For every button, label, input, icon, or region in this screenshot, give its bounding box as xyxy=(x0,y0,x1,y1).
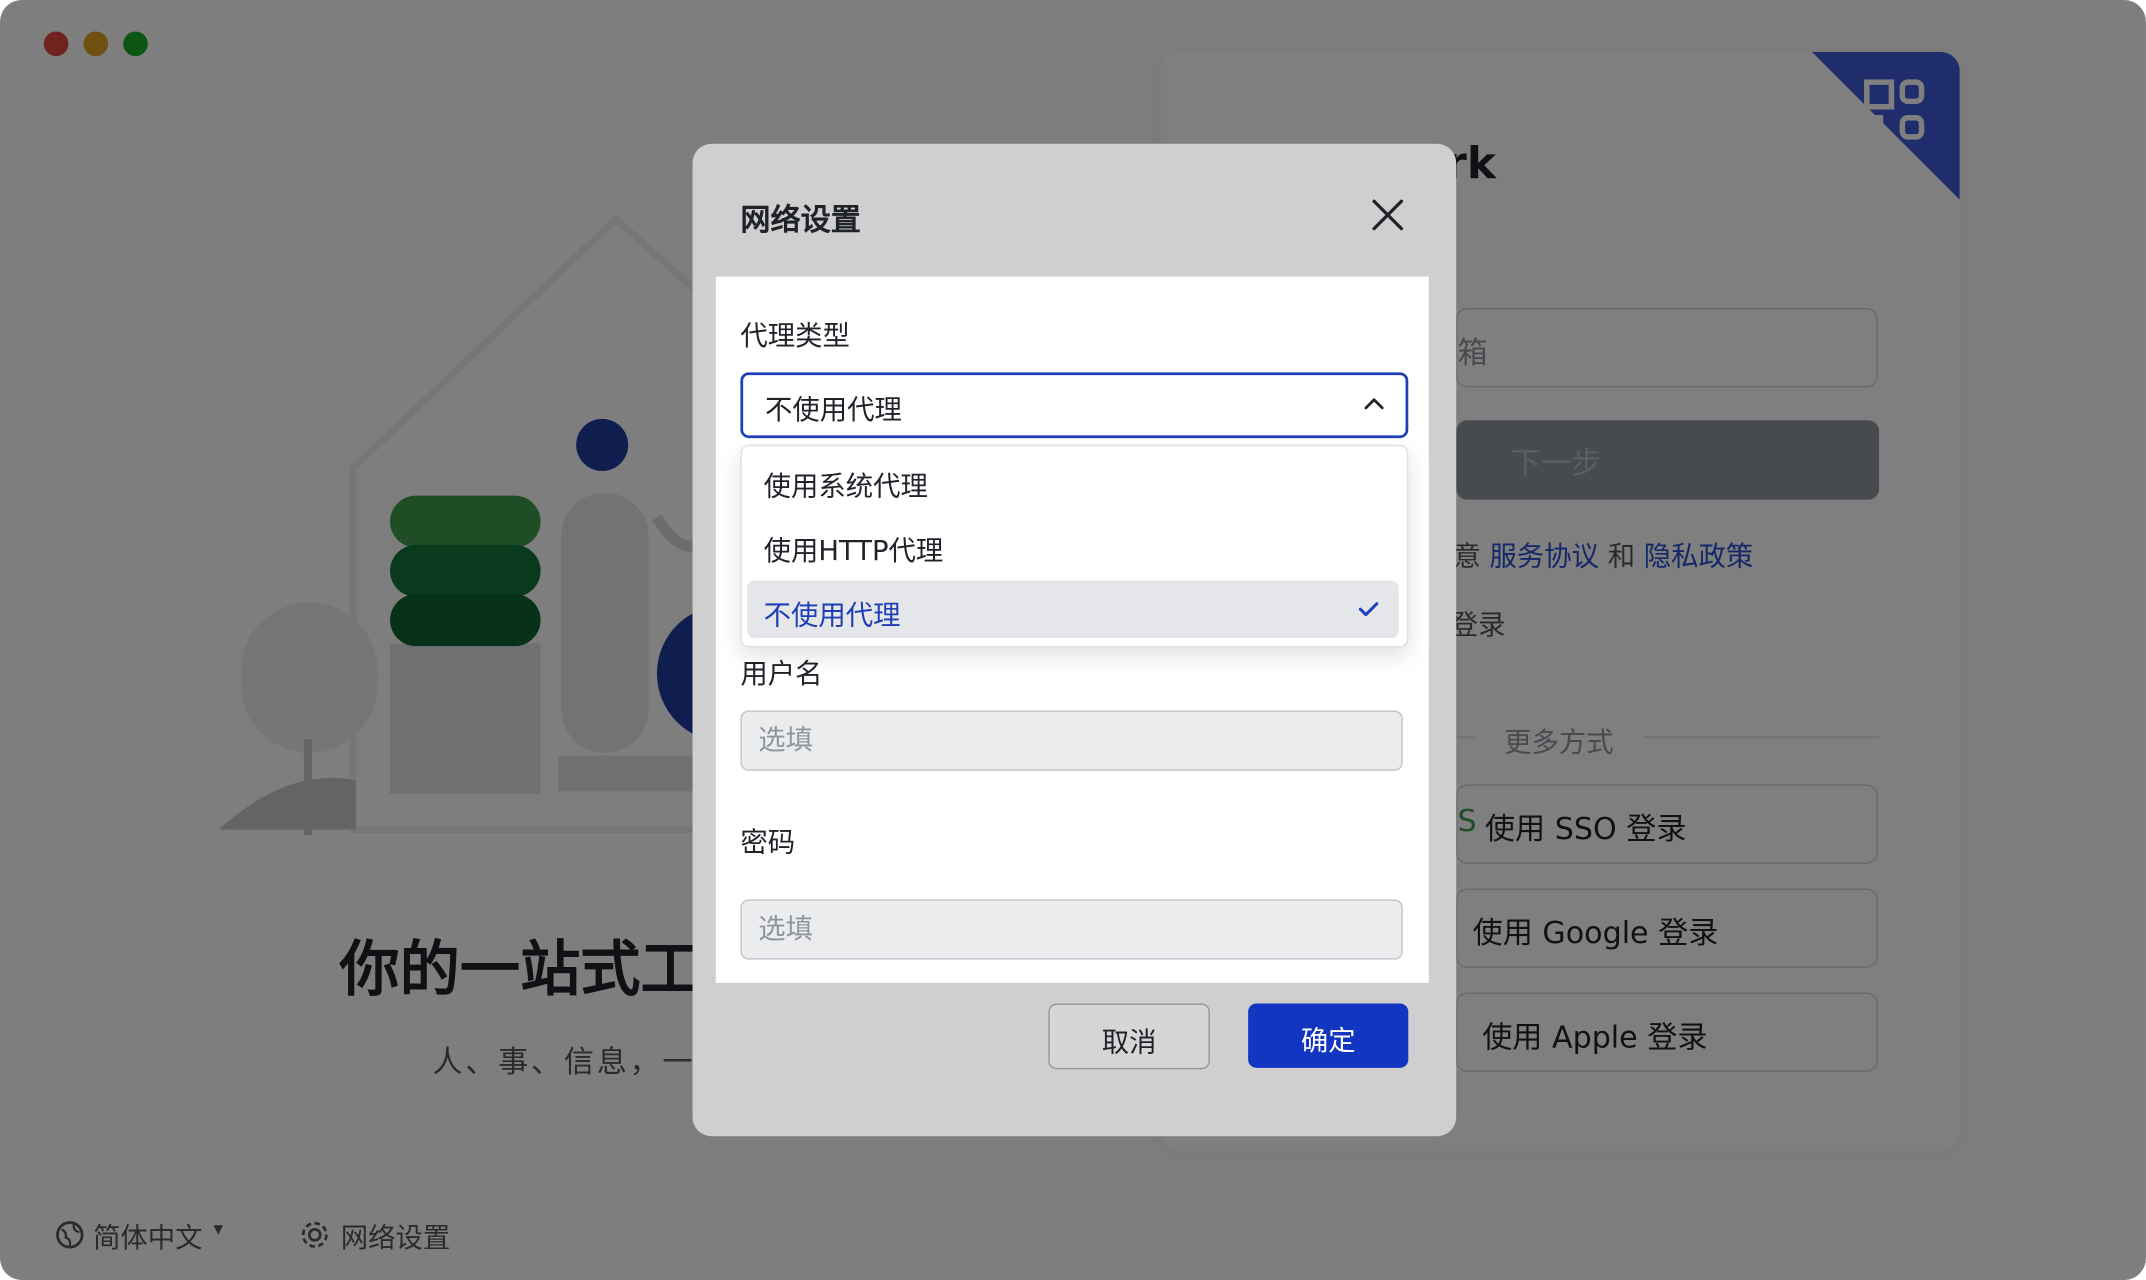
proxy-type-select[interactable]: 不使用代理 xyxy=(740,372,1409,439)
option-http-proxy[interactable]: 使用HTTP代理 xyxy=(747,516,1398,573)
proxy-type-value: 不使用代理 xyxy=(765,392,902,426)
option-label: 不使用代理 xyxy=(763,598,901,632)
cancel-button-label: 取消 xyxy=(1101,1025,1157,1059)
chevron-up-icon xyxy=(1364,398,1384,410)
screen: 你的一站式工 人、事、信息，一 rk 箱 下一步 意 服务协议 和 隐 xyxy=(0,0,2146,1280)
proxy-type-menu: 使用系统代理 使用HTTP代理 不使用代理 xyxy=(740,444,1409,648)
close-icon[interactable] xyxy=(1369,196,1407,234)
option-label: 使用系统代理 xyxy=(763,469,928,503)
cancel-button[interactable]: 取消 xyxy=(1048,1003,1210,1070)
password-input[interactable] xyxy=(740,899,1403,960)
option-no-proxy[interactable]: 不使用代理 xyxy=(747,580,1399,638)
confirm-button[interactable]: 确定 xyxy=(1248,1003,1409,1068)
confirm-button-label: 确定 xyxy=(1300,1024,1356,1057)
username-label: 用户名 xyxy=(740,657,823,690)
password-label: 密码 xyxy=(740,825,796,859)
app-window: 你的一站式工 人、事、信息，一 rk 箱 下一步 意 服务协议 和 隐 xyxy=(0,0,2146,1280)
option-system-proxy[interactable]: 使用系统代理 xyxy=(747,452,1398,509)
username-input[interactable] xyxy=(740,710,1403,771)
checkmark-icon xyxy=(1358,602,1379,617)
dialog-title: 网络设置 xyxy=(740,203,861,239)
option-label: 使用HTTP代理 xyxy=(763,533,944,567)
network-settings-dialog: 网络设置 代理类型 不使用代理 使用系统代理 使用HTTP代理 不使用代理 用户… xyxy=(692,143,1457,1137)
proxy-type-label: 代理类型 xyxy=(740,318,850,352)
settings-panel: 代理类型 不使用代理 使用系统代理 使用HTTP代理 不使用代理 用户名 选填 … xyxy=(715,276,1429,983)
